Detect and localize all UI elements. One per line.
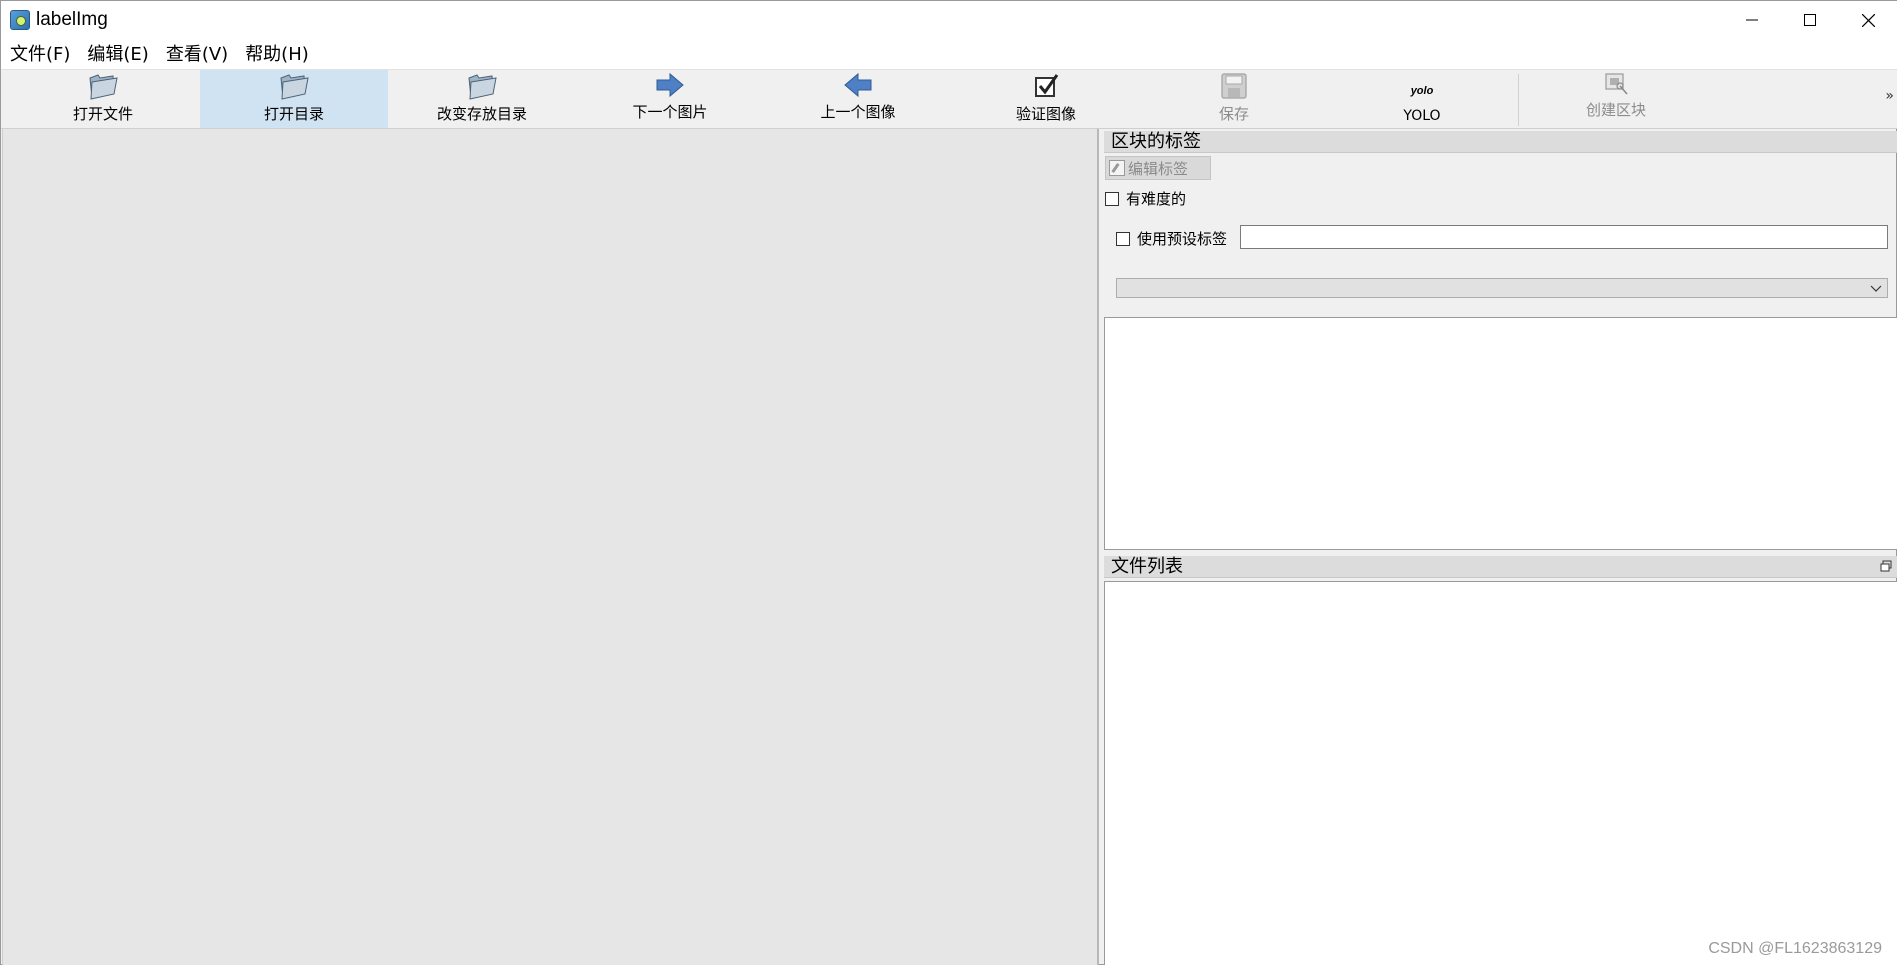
open-file-label: 打开文件 bbox=[72, 105, 133, 123]
open-dir-label: 打开目录 bbox=[263, 105, 324, 123]
file-list-title: 文件列表 bbox=[1111, 556, 1183, 577]
create-box-button[interactable]: 创建区块 bbox=[1522, 70, 1710, 128]
watermark: CSDN @FL1623863129 bbox=[1708, 940, 1882, 957]
prev-image-button[interactable]: 上一个图像 bbox=[764, 70, 952, 128]
yolo-icon: yolo bbox=[1410, 85, 1434, 97]
arrow-left-icon bbox=[844, 72, 872, 98]
edit-icon bbox=[1109, 160, 1125, 176]
difficult-checkbox[interactable]: 有难度的 bbox=[1105, 188, 1186, 209]
app-window: labelImg 文件(F) 编辑(E) 查看(V) 帮助(H) 打开文件 打开… bbox=[0, 0, 1897, 965]
prev-image-label: 上一个图像 bbox=[820, 103, 896, 121]
yolo-label: YOLO bbox=[1403, 108, 1441, 124]
use-default-label-checkbox-box[interactable] bbox=[1116, 231, 1130, 246]
use-default-label-checkbox-label: 使用预设标签 bbox=[1137, 230, 1228, 248]
toolbar: 打开文件 打开目录 改变存放目录 下一个图片 上一个图像 验证图像 保存 yol… bbox=[1, 69, 1897, 129]
difficult-checkbox-box[interactable] bbox=[1105, 191, 1119, 206]
minimize-icon bbox=[1746, 19, 1758, 21]
save-disk-icon bbox=[1221, 73, 1247, 99]
menu-edit[interactable]: 编辑(E) bbox=[78, 41, 156, 69]
open-file-button[interactable]: 打开文件 bbox=[6, 70, 200, 128]
close-icon bbox=[1861, 13, 1875, 27]
image-canvas[interactable] bbox=[2, 129, 1099, 965]
arrow-right-icon bbox=[656, 72, 684, 98]
toolbar-overflow-button[interactable]: » bbox=[1885, 88, 1894, 104]
use-default-label-checkbox[interactable]: 使用预设标签 bbox=[1116, 228, 1227, 249]
file-list-dock-title: 文件列表 bbox=[1104, 556, 1897, 578]
save-button[interactable]: 保存 bbox=[1140, 70, 1328, 128]
verify-image-button[interactable]: 验证图像 bbox=[952, 70, 1140, 128]
next-image-label: 下一个图片 bbox=[632, 103, 708, 121]
menu-bar: 文件(F) 编辑(E) 查看(V) 帮助(H) bbox=[1, 41, 1897, 69]
label-dropdown[interactable] bbox=[1116, 278, 1888, 298]
chevron-down-icon bbox=[1870, 285, 1882, 292]
folder-open-icon bbox=[89, 74, 118, 100]
window-title: labelImg bbox=[36, 9, 108, 30]
folder-open-icon bbox=[468, 74, 497, 100]
close-button[interactable] bbox=[1839, 1, 1897, 39]
menu-help[interactable]: 帮助(H) bbox=[236, 41, 317, 69]
open-dir-button[interactable]: 打开目录 bbox=[200, 70, 388, 128]
yolo-format-button[interactable]: yolo YOLO bbox=[1328, 70, 1516, 128]
maximize-icon bbox=[1804, 14, 1816, 26]
create-box-label: 创建区块 bbox=[1585, 101, 1646, 119]
maximize-button[interactable] bbox=[1781, 1, 1839, 39]
menu-file[interactable]: 文件(F) bbox=[1, 41, 78, 69]
labelimg-app-icon bbox=[10, 10, 30, 30]
save-label: 保存 bbox=[1218, 105, 1249, 123]
create-box-icon bbox=[1605, 73, 1628, 95]
change-save-dir-label: 改变存放目录 bbox=[436, 105, 527, 123]
next-image-button[interactable]: 下一个图片 bbox=[576, 70, 764, 128]
edit-label-text: 编辑标签 bbox=[1128, 159, 1189, 178]
change-save-dir-button[interactable]: 改变存放目录 bbox=[388, 70, 576, 128]
checkbox-check-icon bbox=[1035, 74, 1059, 97]
verify-image-label: 验证图像 bbox=[1015, 105, 1076, 123]
default-label-input[interactable] bbox=[1240, 225, 1888, 249]
menu-view[interactable]: 查看(V) bbox=[157, 41, 236, 69]
box-labels-dock-title: 区块的标签 bbox=[1104, 131, 1897, 153]
box-label-list[interactable] bbox=[1104, 317, 1897, 550]
float-dock-icon[interactable] bbox=[1880, 560, 1892, 572]
edit-label-button[interactable]: 编辑标签 bbox=[1105, 156, 1211, 180]
toolbar-separator bbox=[1518, 74, 1519, 126]
title-bar: labelImg bbox=[1, 1, 1897, 41]
difficult-checkbox-label: 有难度的 bbox=[1126, 190, 1187, 208]
folder-open-icon bbox=[280, 74, 309, 100]
minimize-button[interactable] bbox=[1723, 1, 1781, 39]
file-list[interactable] bbox=[1104, 581, 1897, 965]
